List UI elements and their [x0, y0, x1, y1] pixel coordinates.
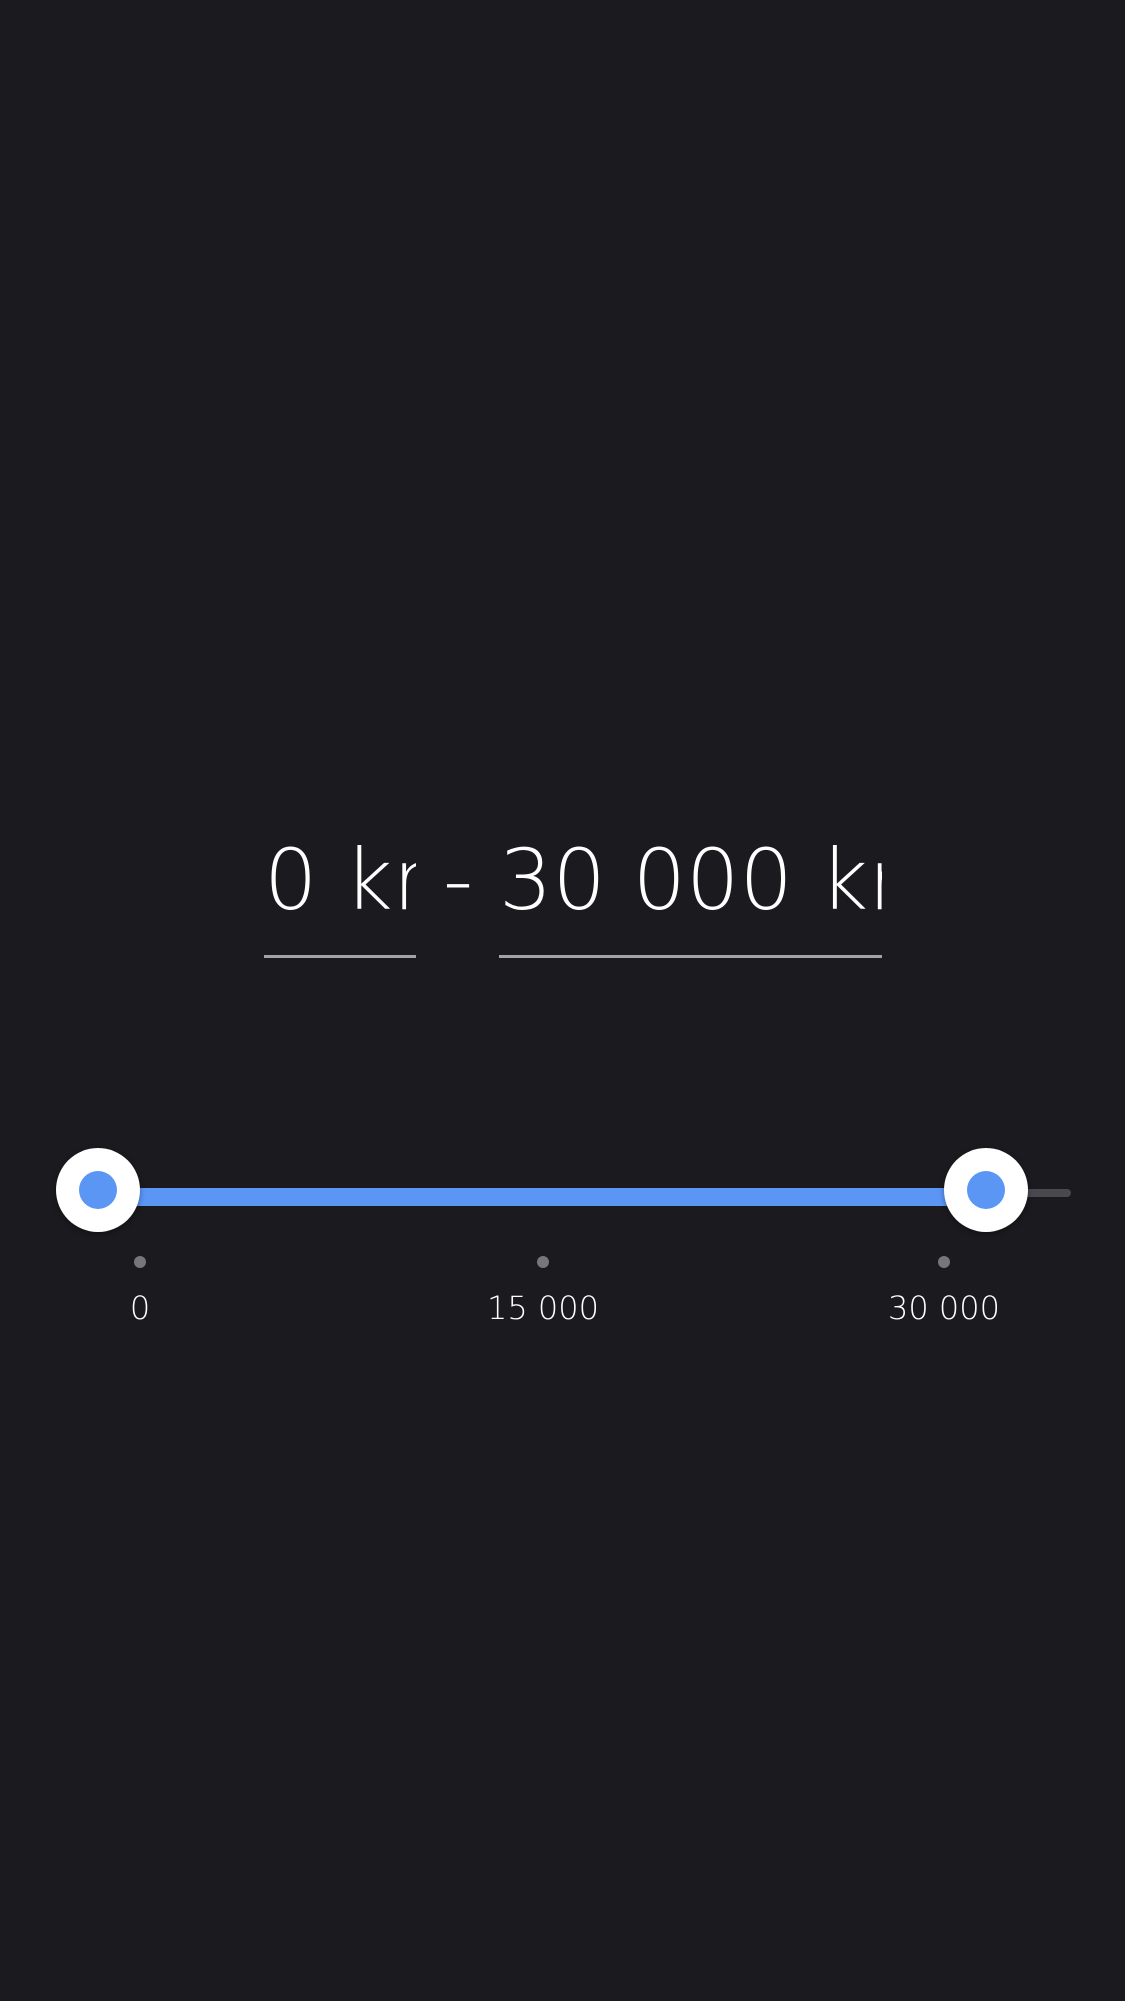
price-range-display: 0 kr - 30 000 kr — [0, 820, 1125, 970]
max-slider-thumb[interactable] — [944, 1148, 1028, 1232]
min-slider-thumb[interactable] — [56, 1148, 140, 1232]
max-price-field[interactable]: 30 000 kr — [499, 820, 882, 958]
slider-selected-range — [98, 1188, 986, 1206]
tick-label: 30 000 — [888, 1289, 1000, 1327]
max-thumb-dot — [967, 1171, 1005, 1209]
range-separator: - — [442, 831, 474, 929]
tick-mark — [537, 1256, 549, 1268]
min-price-field[interactable]: 0 kr — [264, 820, 416, 958]
tick-label: 0 — [129, 1289, 151, 1327]
tick-mark — [938, 1256, 950, 1268]
price-range-slider[interactable]: 0 15 000 30 000 — [0, 1140, 1125, 1380]
min-thumb-dot — [79, 1171, 117, 1209]
tick-label: 15 000 — [487, 1289, 599, 1327]
tick-mark — [134, 1256, 146, 1268]
